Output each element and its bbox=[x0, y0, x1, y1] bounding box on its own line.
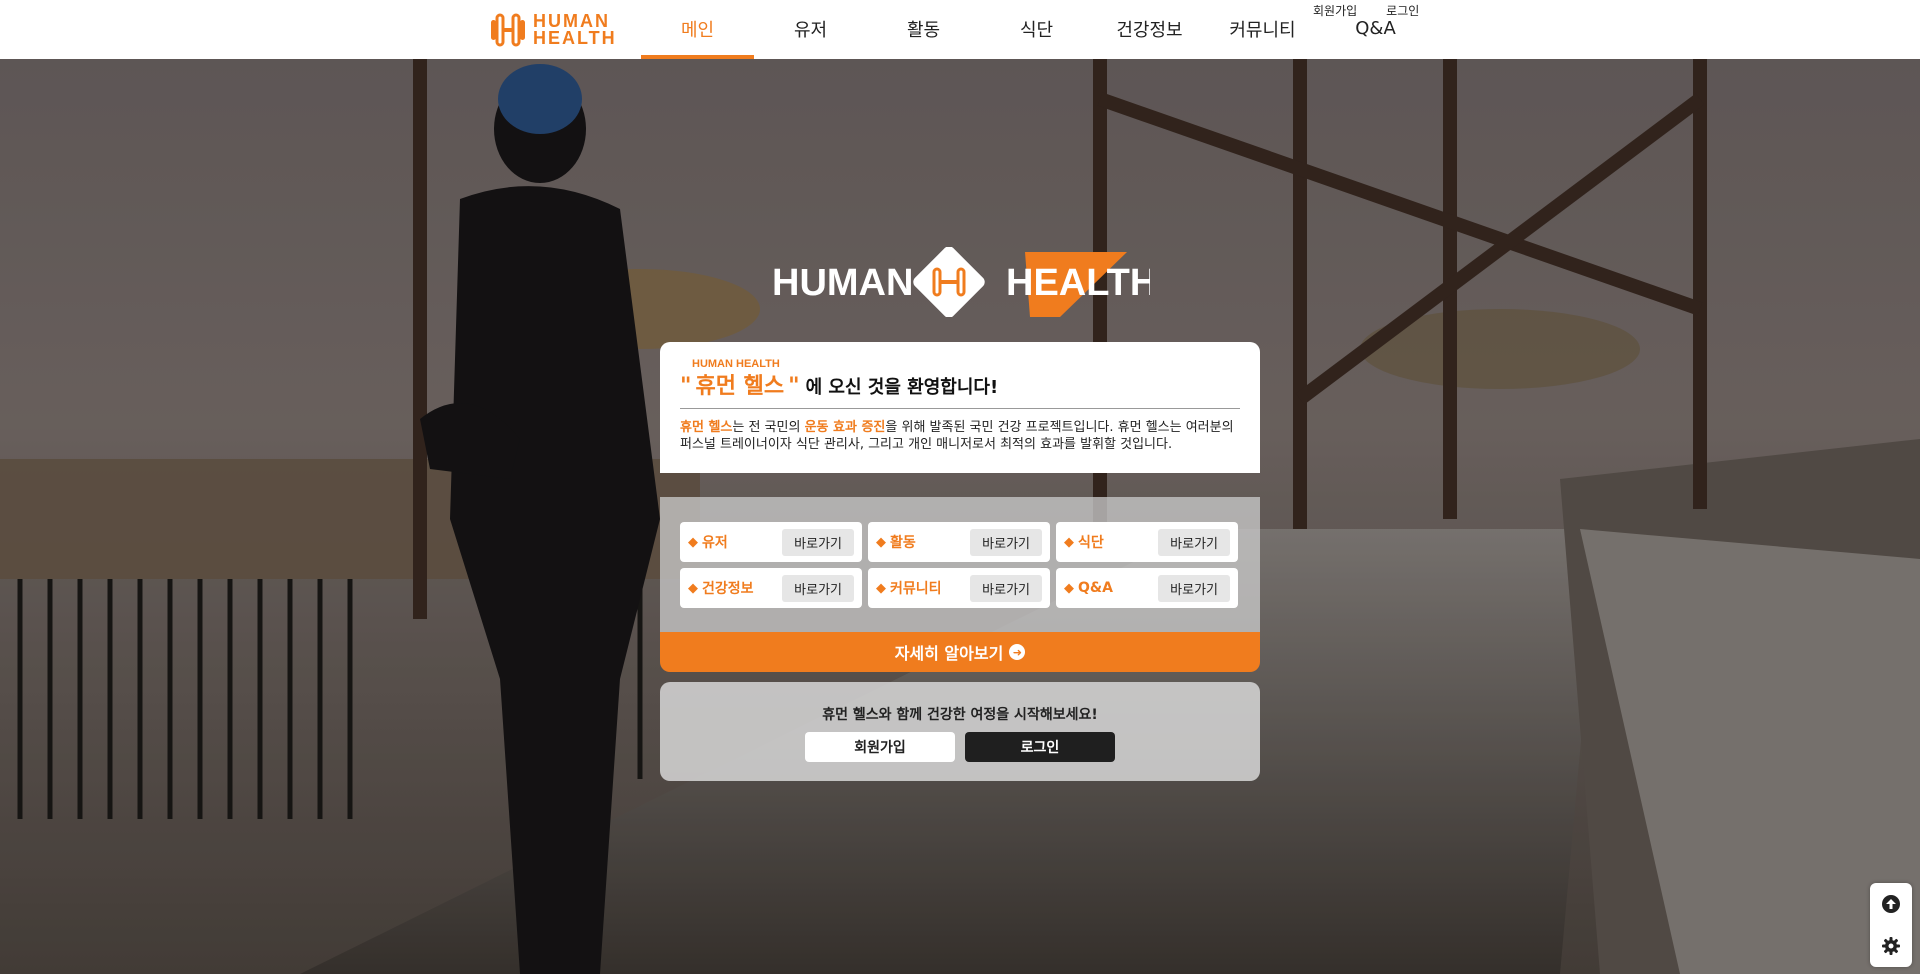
brand-diamond-icon bbox=[913, 246, 985, 318]
site-logo[interactable]: HUMAN HEALTH bbox=[489, 12, 617, 48]
go-health-info-button[interactable]: 바로가기 bbox=[782, 574, 854, 602]
shortcut-activity: ◆ 활동 바로가기 bbox=[868, 522, 1050, 562]
shortcut-community: ◆ 커뮤니티 바로가기 bbox=[868, 568, 1050, 608]
welcome-card: HUMAN HEALTH " 휴먼 헬스 " 에 오신 것을 환영합니다! 휴먼… bbox=[660, 342, 1260, 473]
shortcut-diet: ◆ 식단 바로가기 bbox=[1056, 522, 1238, 562]
diamond-icon: ◆ bbox=[688, 534, 698, 550]
arrow-right-circle-icon: ➜ bbox=[1009, 644, 1026, 660]
shortcut-qna: ◆ Q&A 바로가기 bbox=[1056, 568, 1238, 608]
nav-user[interactable]: 유저 bbox=[754, 0, 867, 59]
welcome-title-rest: 에 오신 것을 환영합니다! bbox=[805, 377, 999, 398]
desc-text-1: 는 전 국민의 bbox=[732, 420, 805, 435]
shortcut-label: 활동 bbox=[890, 535, 916, 551]
nav-diet[interactable]: 식단 bbox=[980, 0, 1093, 59]
brand-right-word: HEALTH bbox=[1006, 262, 1150, 304]
join-text: 휴먼 헬스와 함께 건강한 여정을 시작해보세요! bbox=[822, 707, 1098, 723]
go-qna-button[interactable]: 바로가기 bbox=[1158, 574, 1230, 602]
go-activity-button[interactable]: 바로가기 bbox=[970, 528, 1042, 556]
dumbbell-logo-icon bbox=[489, 12, 527, 48]
learn-more-button[interactable]: 자세히 알아보기 ➜ bbox=[660, 632, 1260, 672]
gear-icon[interactable] bbox=[1880, 935, 1902, 957]
welcome-title: " 휴먼 헬스 " 에 오신 것을 환영합니다! bbox=[680, 368, 1240, 400]
diamond-icon: ◆ bbox=[876, 580, 886, 596]
top-links: 회원가입 로그인 bbox=[1313, 2, 1419, 19]
nav-activity[interactable]: 활동 bbox=[867, 0, 980, 59]
learn-more-label: 자세히 알아보기 bbox=[894, 644, 1004, 663]
divider bbox=[680, 408, 1240, 409]
quote-open: " bbox=[680, 374, 692, 399]
desc-highlight-effect: 운동 효과 증진 bbox=[804, 420, 886, 435]
brand-left-word: HUMAN bbox=[772, 262, 913, 304]
diamond-icon: ◆ bbox=[688, 580, 698, 596]
site-header: HUMAN HEALTH 메인 유저 활동 식단 건강정보 커뮤니티 Q&A 회… bbox=[0, 0, 1920, 59]
diamond-icon: ◆ bbox=[876, 534, 886, 550]
login-button[interactable]: 로그인 bbox=[965, 732, 1115, 762]
shortcut-label: 유저 bbox=[702, 535, 728, 551]
go-user-button[interactable]: 바로가기 bbox=[782, 528, 854, 556]
hero-brand-logo: HUMAN HEALTH bbox=[770, 246, 1157, 318]
diamond-icon: ◆ bbox=[1064, 580, 1074, 596]
join-panel: 휴먼 헬스와 함께 건강한 여정을 시작해보세요! 회원가입 로그인 bbox=[660, 682, 1260, 781]
logo-line-2: HEALTH bbox=[533, 28, 617, 48]
signup-button[interactable]: 회원가입 bbox=[805, 732, 955, 762]
welcome-name: 휴먼 헬스 bbox=[695, 374, 785, 399]
go-community-button[interactable]: 바로가기 bbox=[970, 574, 1042, 602]
join-buttons: 회원가입 로그인 bbox=[660, 732, 1260, 762]
go-diet-button[interactable]: 바로가기 bbox=[1158, 528, 1230, 556]
floating-tools bbox=[1870, 883, 1912, 967]
logo-text: HUMAN HEALTH bbox=[533, 12, 617, 48]
desc-highlight-name: 휴먼 헬스 bbox=[680, 420, 733, 435]
arrow-up-circle-icon[interactable] bbox=[1880, 893, 1902, 915]
shortcut-label: 커뮤니티 bbox=[890, 581, 942, 597]
nav-main[interactable]: 메인 bbox=[641, 0, 754, 59]
shortcut-label: Q&A bbox=[1078, 580, 1113, 596]
shortcut-user: ◆ 유저 바로가기 bbox=[680, 522, 862, 562]
shortcut-label: 건강정보 bbox=[702, 581, 754, 597]
top-signup-link[interactable]: 회원가입 bbox=[1313, 2, 1357, 19]
shortcut-panel: ◆ 유저 바로가기 ◆ 활동 바로가기 ◆ 식단 바로가기 ◆ 건강정보 바로가기 ◆ 커… bbox=[660, 497, 1260, 632]
top-login-link[interactable]: 로그인 bbox=[1386, 2, 1419, 19]
nav-community[interactable]: 커뮤니티 bbox=[1206, 0, 1319, 59]
shortcut-health-info: ◆ 건강정보 바로가기 bbox=[680, 568, 862, 608]
shortcut-label: 식단 bbox=[1078, 535, 1104, 551]
shortcut-grid: ◆ 유저 바로가기 ◆ 활동 바로가기 ◆ 식단 바로가기 ◆ 건강정보 바로가기 ◆ 커… bbox=[680, 522, 1240, 608]
welcome-description: 휴먼 헬스는 전 국민의 운동 효과 증진을 위해 발족된 국민 건강 프로젝트… bbox=[680, 419, 1240, 453]
diamond-icon: ◆ bbox=[1064, 534, 1074, 550]
quote-close: " bbox=[788, 374, 800, 399]
nav-health-info[interactable]: 건강정보 bbox=[1093, 0, 1206, 59]
